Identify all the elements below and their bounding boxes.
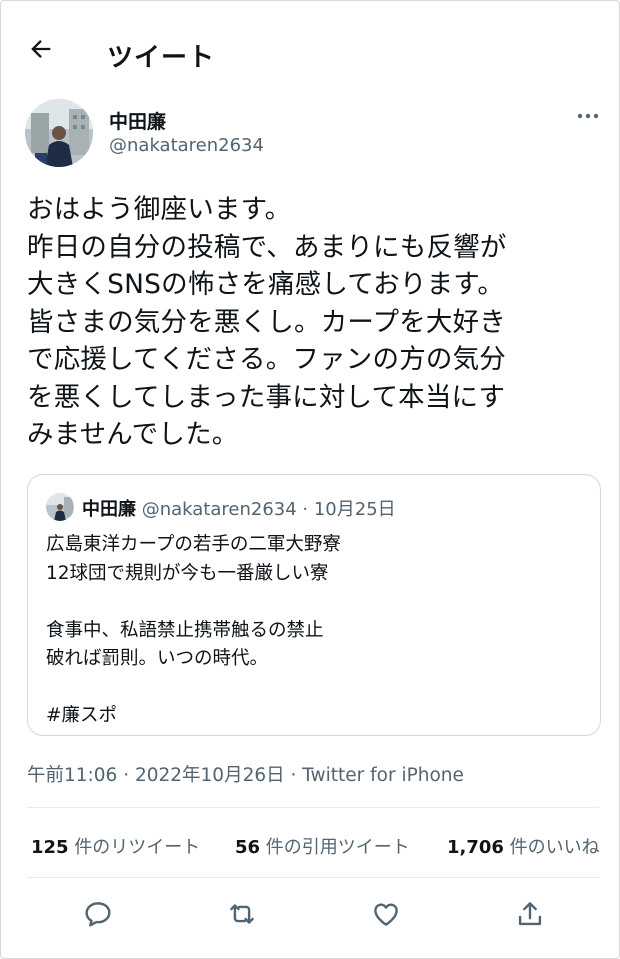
quotes-count: 56	[235, 837, 261, 858]
author-handle[interactable]: @nakataren2634	[109, 135, 264, 156]
more-options-icon[interactable]	[573, 105, 603, 127]
top-bar: ツイート	[1, 11, 620, 81]
retweets-count: 125	[31, 837, 69, 858]
author-name[interactable]: 中田廉	[109, 107, 166, 134]
tweet-line: おはよう御座います。	[27, 194, 292, 225]
likes-count: 1,706	[447, 837, 504, 858]
quotes-label: 件の引用ツイート	[265, 837, 410, 858]
quoted-line: 破れば罰則。いつの時代。	[46, 648, 269, 669]
quoted-line: 広島東洋カープの若手の二軍大野寮	[46, 534, 341, 555]
tweet-line: 皆さまの気分を悪くし。カープを大好き	[27, 306, 507, 338]
avatar[interactable]	[25, 99, 93, 167]
divider	[27, 807, 599, 808]
tweet-timestamp[interactable]: 午前11:06 · 2022年10月26日 · Twitter for iPho…	[27, 761, 464, 787]
action-bar	[1, 897, 620, 931]
tweet-line: 昨日の自分の投稿で、あまりにも反響が	[27, 231, 507, 263]
retweet-icon[interactable]	[225, 897, 259, 931]
quoted-meta: @nakataren2634 · 10月25日	[141, 499, 396, 520]
quoted-text: 広島東洋カープの若手の二軍大野寮 12球団で規則が今も一番厳しい寮 食事中、私語…	[46, 531, 341, 731]
tweet-line: みませんでした。	[27, 419, 239, 450]
tweet-line: 大きくSNSの怖さを痛感しております。	[27, 269, 505, 300]
like-icon[interactable]	[369, 897, 403, 931]
quoted-line	[46, 588, 341, 617]
reply-icon[interactable]	[81, 897, 115, 931]
retweets-label: 件のリツイート	[74, 837, 201, 858]
screen-frame: ツイート 中田廉 @nakataren2634 おはよう御座います。 昨日の自分…	[0, 0, 620, 959]
retweets-stat[interactable]: 125 件のリツイート	[31, 833, 200, 859]
quoted-line: 食事中、私語禁止携帯触るの禁止	[46, 619, 324, 641]
likes-stat[interactable]: 1,706 件のいいね	[447, 833, 600, 859]
divider	[27, 877, 599, 878]
tweet-line: で応援してくださる。ファンの方の気分	[27, 344, 507, 375]
quoted-avatar	[46, 493, 74, 521]
quotes-stat[interactable]: 56 件の引用ツイート	[235, 833, 410, 859]
quoted-line: 12球団で規則が今も一番厳しい寮	[46, 562, 329, 584]
tweet-line: を悪くしてしまった事に対して本当にす	[27, 381, 506, 413]
quoted-author-name: 中田廉	[82, 499, 136, 520]
share-icon[interactable]	[513, 897, 547, 931]
tweet-text: おはよう御座います。 昨日の自分の投稿で、あまりにも反響が 大きくSNSの怖さを…	[27, 191, 607, 454]
quoted-hashtag[interactable]: #廉スポ	[46, 702, 341, 731]
quoted-header: 中田廉 @nakataren2634 · 10月25日	[82, 495, 396, 521]
quoted-tweet[interactable]: 中田廉 @nakataren2634 · 10月25日 広島東洋カープの若手の二…	[27, 474, 601, 736]
quoted-line	[46, 674, 341, 703]
page-title: ツイート	[107, 43, 216, 73]
back-arrow-icon[interactable]	[27, 35, 55, 63]
likes-label: 件のいいね	[509, 837, 600, 858]
